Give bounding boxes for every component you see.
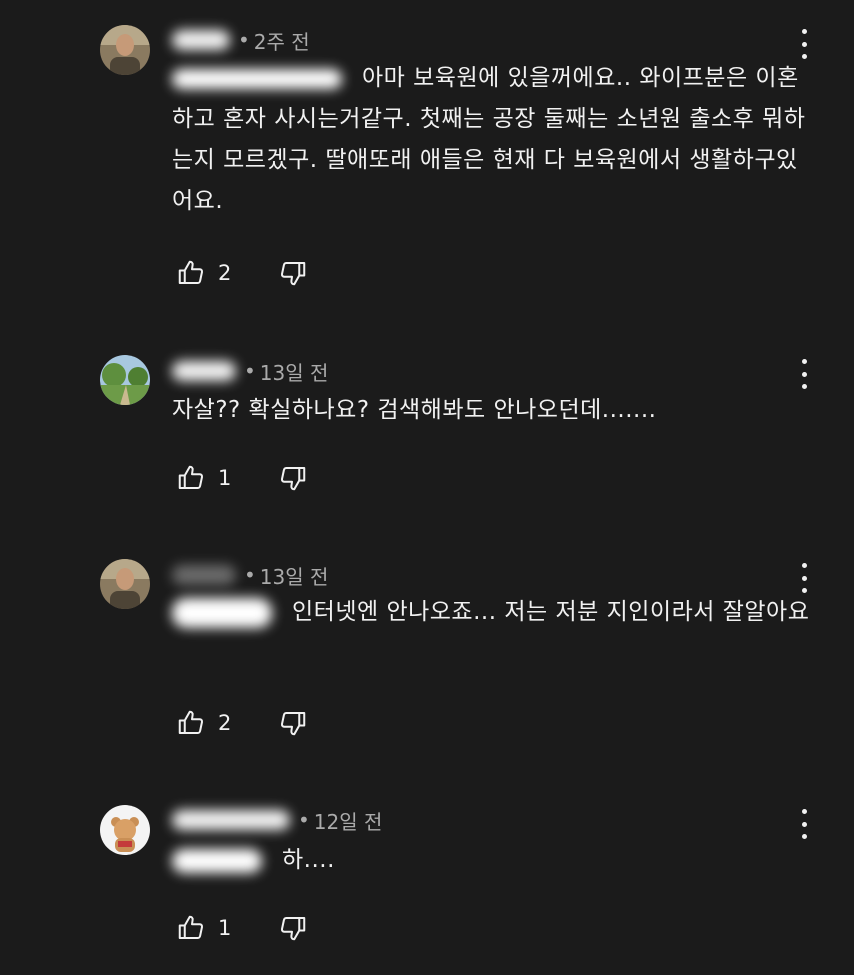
- comment-time[interactable]: 13일 전: [260, 561, 329, 590]
- comment-actions: 1: [176, 463, 308, 493]
- thumbs-down-icon: [280, 712, 306, 736]
- dislike-button[interactable]: [278, 258, 308, 288]
- author-name-redacted[interactable]: [172, 30, 230, 50]
- author-name-redacted[interactable]: [172, 565, 236, 585]
- like-count: 1: [218, 466, 232, 490]
- avatar[interactable]: [100, 559, 150, 609]
- more-options-button[interactable]: [794, 563, 814, 593]
- bear-character-icon: [100, 805, 150, 855]
- dislike-button[interactable]: [278, 463, 308, 493]
- more-options-button[interactable]: [794, 359, 814, 389]
- mention-redacted[interactable]: [172, 597, 272, 628]
- like-count: 2: [218, 261, 232, 285]
- comment-meta: • 13일 전: [172, 357, 328, 385]
- avatar[interactable]: [100, 25, 150, 75]
- thumbs-down-icon: [280, 262, 306, 286]
- like-button[interactable]: 1: [176, 463, 278, 493]
- comment-text: 하....: [282, 847, 335, 873]
- thumbs-up-icon: [178, 260, 204, 284]
- man-photo-icon: [100, 559, 150, 609]
- like-button[interactable]: 2: [176, 708, 278, 738]
- avatar[interactable]: [100, 355, 150, 405]
- comment-text: 인터넷엔 안나오죠... 저는 저분 지인이라서 잘알아요: [292, 599, 810, 625]
- comment-actions: 2: [176, 708, 308, 738]
- like-button[interactable]: 1: [176, 913, 278, 943]
- comment-text-container: 하....: [172, 840, 814, 881]
- avatar[interactable]: [100, 805, 150, 855]
- more-options-button[interactable]: [794, 29, 814, 59]
- author-name-redacted[interactable]: [172, 810, 290, 830]
- thumbs-up-icon: [178, 465, 204, 489]
- comment-text-container: 아마 보육원에 있을꺼에요.. 와이프분은 이혼하고 혼자 사시는거같구. 첫째…: [172, 58, 814, 222]
- like-button[interactable]: 2: [176, 258, 278, 288]
- comment-actions: 1: [176, 913, 308, 943]
- comment-text-container: 인터넷엔 안나오죠... 저는 저분 지인이라서 잘알아요: [172, 592, 814, 633]
- landscape-photo-icon: [100, 355, 150, 405]
- separator-dot: •: [238, 28, 250, 52]
- comment-time[interactable]: 2주 전: [254, 26, 310, 55]
- comment-actions: 2: [176, 258, 308, 288]
- thumbs-down-icon: [280, 467, 306, 491]
- like-count: 1: [218, 916, 232, 940]
- like-count: 2: [218, 711, 232, 735]
- comment-text: 자살?? 확실하나요? 검색해봐도 안나오던데.......: [172, 397, 657, 423]
- comment-meta: • 2주 전: [172, 26, 310, 54]
- thumbs-down-icon: [280, 917, 306, 941]
- more-options-button[interactable]: [794, 809, 814, 839]
- separator-dot: •: [298, 808, 310, 832]
- mention-redacted[interactable]: [172, 68, 342, 89]
- man-photo-icon: [100, 25, 150, 75]
- comment-time[interactable]: 13일 전: [260, 357, 329, 386]
- comment-text-container: 자살?? 확실하나요? 검색해봐도 안나오던데.......: [172, 390, 814, 431]
- author-name-redacted[interactable]: [172, 361, 236, 381]
- separator-dot: •: [244, 359, 256, 383]
- dislike-button[interactable]: [278, 913, 308, 943]
- mention-redacted[interactable]: [172, 848, 262, 873]
- separator-dot: •: [244, 563, 256, 587]
- thumbs-up-icon: [178, 915, 204, 939]
- comment-meta: • 12일 전: [172, 806, 382, 834]
- thumbs-up-icon: [178, 710, 204, 734]
- comment-meta: • 13일 전: [172, 561, 328, 589]
- dislike-button[interactable]: [278, 708, 308, 738]
- comment-time[interactable]: 12일 전: [314, 806, 383, 835]
